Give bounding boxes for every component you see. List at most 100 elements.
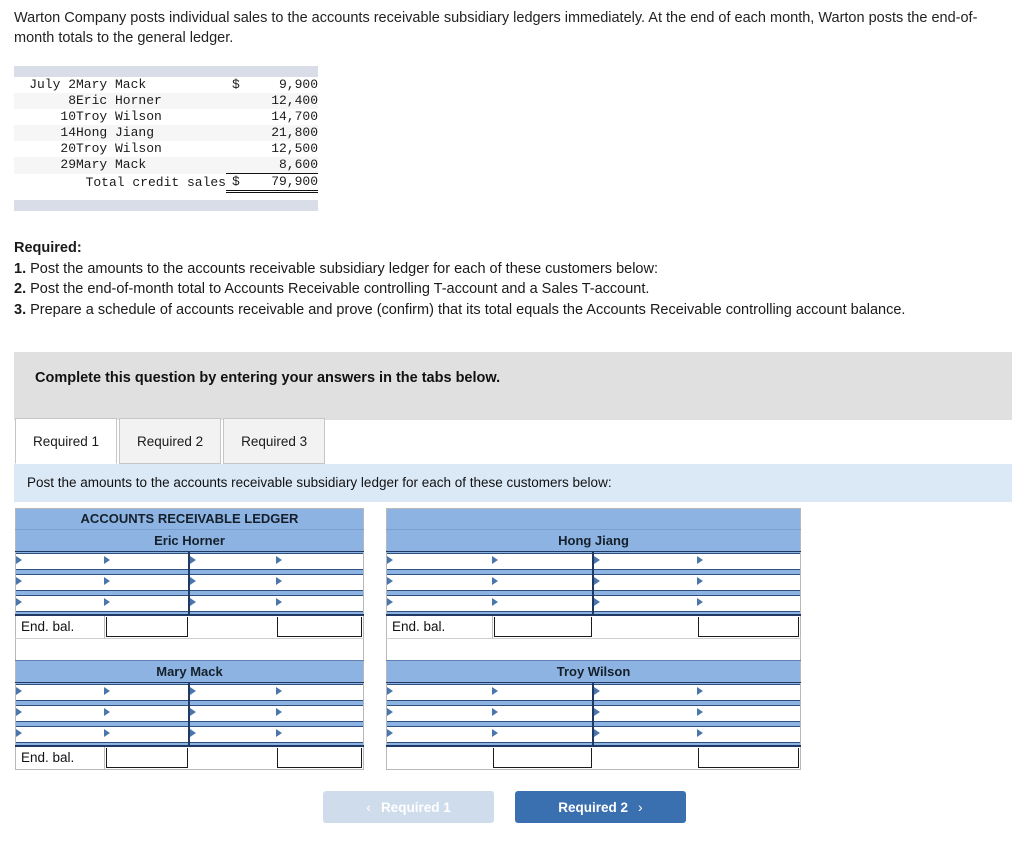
entry-cell[interactable] [387, 594, 493, 616]
entry-cell[interactable] [104, 573, 189, 594]
entry-cell[interactable] [593, 725, 697, 747]
entry-cell[interactable] [697, 704, 801, 725]
entry-cell[interactable] [16, 683, 105, 704]
tab-required-2[interactable]: Required 2 [119, 418, 221, 464]
ledger-input[interactable] [697, 684, 800, 701]
ledger-input[interactable] [276, 726, 363, 743]
entry-cell[interactable] [189, 725, 276, 747]
entry-cell[interactable] [16, 552, 105, 573]
ledger-input[interactable] [276, 595, 363, 612]
ledger-input[interactable] [492, 595, 592, 612]
entry-cell[interactable] [492, 573, 593, 594]
entry-cell[interactable] [104, 725, 189, 747]
entry-cell[interactable] [697, 573, 801, 594]
ledger-input[interactable] [387, 705, 492, 722]
tab-required-1[interactable]: Required 1 [15, 418, 117, 464]
footer-cell[interactable] [492, 746, 593, 770]
ledger-input[interactable] [190, 726, 276, 743]
end-balance-cell[interactable] [104, 615, 189, 639]
tab-required-3[interactable]: Required 3 [223, 418, 325, 464]
entry-cell[interactable] [697, 552, 801, 573]
entry-cell[interactable] [593, 683, 697, 704]
ledger-input[interactable] [190, 705, 276, 722]
ledger-input[interactable] [594, 726, 697, 743]
footer-input[interactable] [698, 748, 799, 768]
entry-cell[interactable] [104, 594, 189, 616]
ledger-input[interactable] [276, 553, 363, 570]
entry-cell[interactable] [16, 594, 105, 616]
end-balance-input[interactable] [106, 617, 189, 637]
entry-cell[interactable] [16, 725, 105, 747]
ledger-input[interactable] [104, 705, 188, 722]
ledger-input[interactable] [697, 574, 800, 591]
entry-cell[interactable] [189, 683, 276, 704]
footer-input[interactable] [493, 748, 592, 768]
ledger-input[interactable] [276, 574, 363, 591]
end-balance-input[interactable] [494, 617, 593, 637]
entry-cell[interactable] [189, 573, 276, 594]
ledger-input[interactable] [387, 684, 492, 701]
ledger-input[interactable] [697, 595, 800, 612]
next-required-button[interactable]: Required 2 › [515, 791, 686, 823]
ledger-input[interactable] [697, 553, 800, 570]
end-balance-input[interactable] [698, 617, 799, 637]
entry-cell[interactable] [492, 594, 593, 616]
entry-cell[interactable] [189, 704, 276, 725]
entry-cell[interactable] [387, 552, 493, 573]
ledger-input[interactable] [492, 726, 592, 743]
ledger-input[interactable] [492, 705, 592, 722]
entry-cell[interactable] [697, 683, 801, 704]
ledger-input[interactable] [16, 705, 104, 722]
entry-cell[interactable] [276, 683, 363, 704]
entry-cell[interactable] [387, 704, 493, 725]
ledger-input[interactable] [697, 726, 800, 743]
entry-cell[interactable] [16, 573, 105, 594]
end-balance-cell[interactable] [492, 615, 593, 639]
ledger-input[interactable] [104, 595, 188, 612]
entry-cell[interactable] [276, 552, 363, 573]
ledger-input[interactable] [276, 705, 363, 722]
footer-cell[interactable] [697, 746, 801, 770]
ledger-input[interactable] [387, 574, 492, 591]
entry-cell[interactable] [593, 552, 697, 573]
ledger-input[interactable] [16, 553, 104, 570]
ledger-input[interactable] [16, 684, 104, 701]
ledger-input[interactable] [387, 726, 492, 743]
entry-cell[interactable] [104, 552, 189, 573]
ledger-input[interactable] [387, 595, 492, 612]
ledger-input[interactable] [190, 553, 276, 570]
entry-cell[interactable] [387, 573, 493, 594]
entry-cell[interactable] [104, 704, 189, 725]
entry-cell[interactable] [276, 704, 363, 725]
entry-cell[interactable] [492, 725, 593, 747]
ledger-input[interactable] [492, 574, 592, 591]
entry-cell[interactable] [189, 552, 276, 573]
ledger-input[interactable] [104, 553, 188, 570]
end-balance-cell[interactable] [697, 615, 801, 639]
end-balance-cell[interactable] [104, 746, 189, 770]
ledger-input[interactable] [104, 726, 188, 743]
ledger-input[interactable] [697, 705, 800, 722]
entry-cell[interactable] [593, 704, 697, 725]
entry-cell[interactable] [593, 594, 697, 616]
ledger-input[interactable] [594, 553, 697, 570]
entry-cell[interactable] [16, 704, 105, 725]
ledger-input[interactable] [492, 553, 592, 570]
end-balance-input[interactable] [106, 748, 189, 768]
ledger-input[interactable] [594, 574, 697, 591]
previous-required-button[interactable]: ‹ Required 1 [323, 791, 494, 823]
entry-cell[interactable] [276, 594, 363, 616]
entry-cell[interactable] [387, 683, 493, 704]
ledger-input[interactable] [594, 705, 697, 722]
ledger-input[interactable] [16, 595, 104, 612]
entry-cell[interactable] [276, 725, 363, 747]
entry-cell[interactable] [492, 552, 593, 573]
entry-cell[interactable] [697, 594, 801, 616]
entry-cell[interactable] [104, 683, 189, 704]
entry-cell[interactable] [593, 573, 697, 594]
end-balance-input[interactable] [277, 617, 362, 637]
entry-cell[interactable] [276, 573, 363, 594]
ledger-input[interactable] [387, 553, 492, 570]
ledger-input[interactable] [594, 684, 697, 701]
entry-cell[interactable] [697, 725, 801, 747]
